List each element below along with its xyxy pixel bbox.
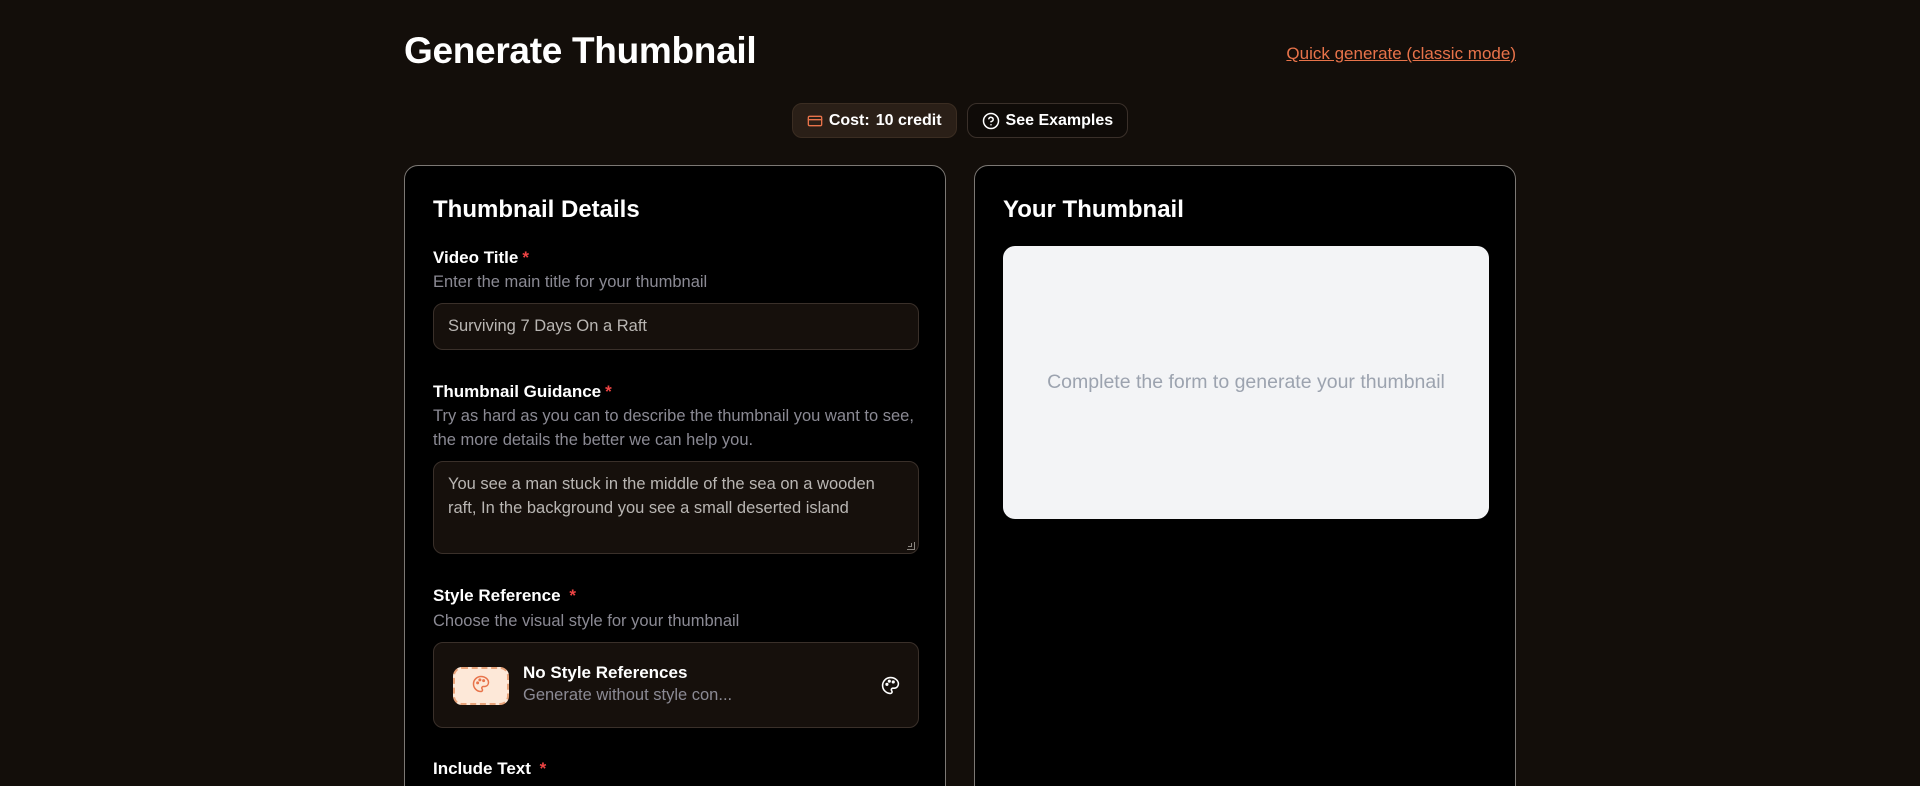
credit-card-icon [807,113,823,129]
video-title-input[interactable]: Surviving 7 Days On a Raft [433,303,919,350]
help-circle-icon [982,112,1000,130]
cost-badge: Cost: 10 credit [791,103,957,138]
thumbnail-details-card: Thumbnail Details Video Title * Enter the… [404,165,946,786]
required-marker: * [522,248,529,267]
thumbnail-preview: Complete the form to generate your thumb… [1003,246,1489,519]
include-text-label-text: Include Text [433,759,531,778]
required-marker: * [605,382,612,401]
video-title-label: Video Title * [433,248,529,268]
palette-icon[interactable] [881,676,900,700]
style-reference-label: Style Reference * [433,586,576,606]
page: Generate Thumbnail Quick generate (class… [0,0,1920,786]
preview-placeholder: Complete the form to generate your thumb… [1047,371,1445,393]
video-title-help: Enter the main title for your thumbnail [433,273,708,291]
guidance-help: Try as hard as you can to describe the t… [433,407,914,449]
video-title-label-text: Video Title [433,248,519,267]
style-reference-help: Choose the visual style for your thumbna… [433,612,740,630]
guidance-label: Thumbnail Guidance * [433,382,612,402]
include-text-label: Include Text * [433,759,546,779]
form-title: Thumbnail Details [433,196,640,223]
required-marker: * [569,586,576,605]
quick-generate-link[interactable]: Quick generate (classic mode) [1286,44,1516,64]
page-title: Generate Thumbnail [404,30,757,71]
required-marker: * [539,759,547,778]
style-swatch [453,667,509,705]
resize-handle-icon[interactable] [907,542,915,550]
see-examples-label: See Examples [1005,111,1114,129]
your-thumbnail-card: Your Thumbnail Complete the form to gene… [974,165,1516,786]
cost-value: 10 credit [875,111,942,129]
style-reference-label-text: Style Reference [433,586,561,605]
guidance-label-text: Thumbnail Guidance [433,382,602,401]
guidance-text: You see a man stuck in the middle of the… [448,475,875,517]
see-examples-button[interactable]: See Examples [966,103,1129,138]
info-pills: Cost: 10 credit See Examples [0,103,1920,138]
guidance-textarea[interactable]: You see a man stuck in the middle of the… [433,461,919,554]
palette-icon [472,675,490,698]
style-option-title: No Style References [523,663,688,682]
preview-title: Your Thumbnail [1003,196,1184,223]
style-reference-selector[interactable]: No Style References Generate without sty… [433,642,919,728]
cost-label: Cost: [828,111,870,129]
style-option-description: Generate without style con... [523,686,733,704]
